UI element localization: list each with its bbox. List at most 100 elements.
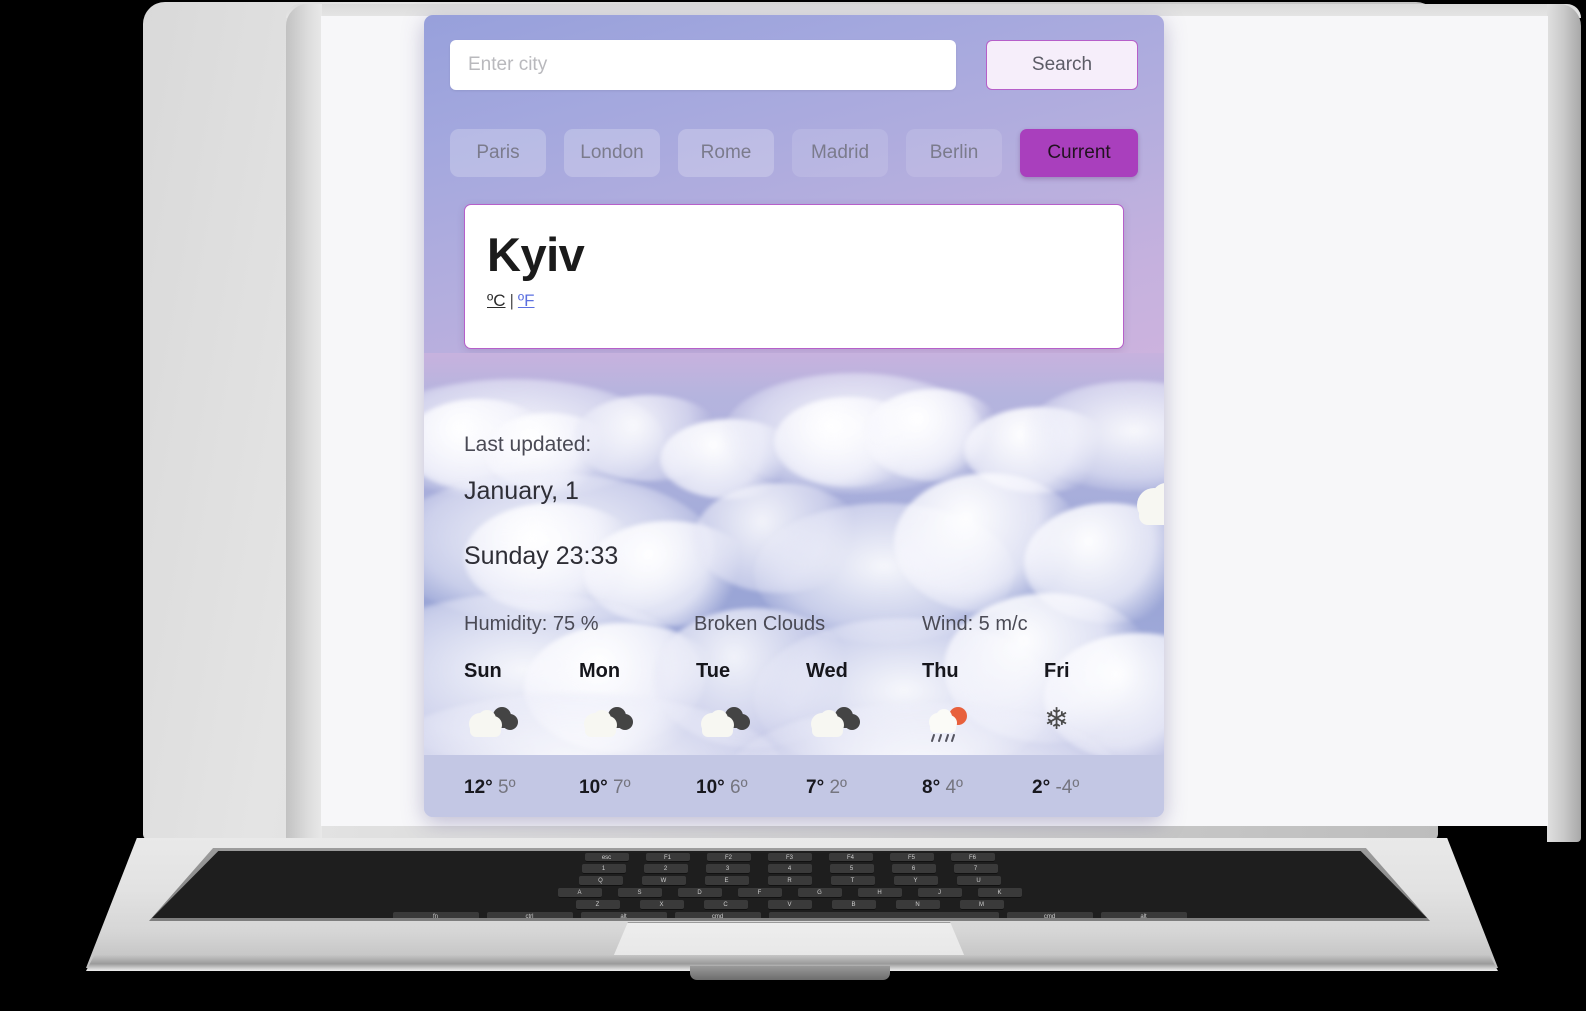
forecast-day-label: Thu: [922, 660, 959, 682]
forecast-low: 6º: [730, 777, 748, 798]
keyboard-key[interactable]: 1: [581, 864, 626, 874]
snowflake-glyph: ❄: [1044, 703, 1070, 736]
keyboard-key[interactable]: U: [956, 876, 1001, 886]
keyboard-key[interactable]: Z: [575, 900, 620, 910]
keyboard-key[interactable]: B: [831, 900, 876, 910]
forecast-day-label: Fri: [1044, 660, 1070, 682]
lid-right-edge: [1547, 4, 1581, 842]
keyboard-key[interactable]: R: [767, 876, 812, 886]
keyboard[interactable]: esc F1 F2 F3 F4 F5 F6 1 2 3 4 5 6 7 Q W E R T Y U A S D F G H J K Z X C…: [152, 851, 1427, 918]
keyboard-key[interactable]: K: [977, 888, 1022, 898]
forecast-low: 5º: [498, 777, 516, 798]
keyboard-row: ASDFGHJK: [152, 888, 1427, 898]
keyboard-key[interactable]: [768, 912, 999, 918]
city-chip-berlin[interactable]: Berlin: [906, 129, 1002, 177]
search-input[interactable]: [450, 40, 956, 90]
keyboard-key[interactable]: A: [557, 888, 602, 898]
keyboard-key[interactable]: F3: [767, 853, 812, 862]
search-button[interactable]: Search: [986, 40, 1138, 90]
cloudy-icon: [464, 705, 576, 745]
keyboard-key[interactable]: T: [830, 876, 875, 886]
search-row: Search: [450, 40, 1138, 90]
forecast-day-mon: Mon: [579, 660, 691, 745]
forecast-high: 10°: [579, 777, 608, 798]
city-chip-row: Paris London Rome Madrid Berlin Current: [450, 128, 1138, 178]
forecast-day-wed: Wed: [806, 660, 918, 745]
base-foot: [690, 966, 890, 980]
forecast-temps-mon: 10° 7º: [579, 777, 631, 799]
keyboard-key[interactable]: 3: [705, 864, 750, 874]
forecast-day-label: Tue: [696, 660, 731, 682]
city-name: Kyiv: [487, 228, 585, 281]
keyboard-key[interactable]: 2: [643, 864, 688, 874]
keyboard-key[interactable]: alt: [580, 912, 667, 918]
keyboard-key[interactable]: F1: [645, 853, 690, 862]
snowflake-icon: ❄: [1044, 705, 1156, 745]
keyboard-key[interactable]: F: [737, 888, 782, 898]
forecast-temps-fri: 2° -4º: [1032, 777, 1079, 799]
keyboard-key[interactable]: F6: [950, 853, 995, 862]
keyboard-key[interactable]: F4: [828, 853, 873, 862]
city-chip-london[interactable]: London: [564, 129, 660, 177]
forecast-low: 4º: [945, 777, 963, 798]
keyboard-modifier-row: fn ctrl alt cmd cmd alt: [152, 912, 1427, 918]
forecast-high: 2°: [1032, 777, 1051, 798]
cloudy-icon: [579, 705, 691, 745]
city-chip-rome[interactable]: Rome: [678, 129, 774, 177]
keyboard-key[interactable]: X: [639, 900, 684, 910]
keyboard-key[interactable]: W: [641, 876, 686, 886]
keyboard-key[interactable]: C: [703, 900, 748, 910]
unit-fahrenheit-link[interactable]: ºF: [518, 291, 535, 310]
weather-description: Broken Clouds: [694, 613, 826, 635]
keyboard-key[interactable]: 6: [891, 864, 936, 874]
city-chip-madrid[interactable]: Madrid: [792, 129, 888, 177]
forecast-day-tue: Tue: [696, 660, 808, 745]
keyboard-row: 1 2 3 4 5 6 7: [152, 864, 1427, 874]
keyboard-key[interactable]: cmd: [674, 912, 761, 918]
keyboard-key[interactable]: 7: [953, 864, 998, 874]
weather-app-window: Search Paris London Rome Madrid Berlin C…: [424, 15, 1164, 817]
keyboard-key[interactable]: esc: [584, 853, 629, 862]
cloudy-icon: [806, 705, 918, 745]
current-location-button[interactable]: Current: [1020, 129, 1138, 177]
lid-left-edge: [286, 4, 322, 842]
keyboard-key[interactable]: Y: [893, 876, 938, 886]
keyboard-key[interactable]: F5: [889, 853, 934, 862]
keyboard-row: ZXCVBNM: [152, 900, 1427, 910]
forecast-day-label: Mon: [579, 660, 621, 682]
keyboard-key[interactable]: Q: [578, 876, 623, 886]
rain-sun-icon: [922, 705, 1034, 745]
keyboard-key[interactable]: M: [959, 900, 1004, 910]
forecast-high: 12°: [464, 777, 493, 798]
keyboard-key[interactable]: V: [767, 900, 812, 910]
last-updated-block: Last updated: January, 1 Sunday 23:33: [464, 433, 618, 571]
keyboard-key[interactable]: 5: [829, 864, 874, 874]
last-updated-label: Last updated:: [464, 433, 592, 456]
forecast-day-fri: Fri ❄: [1044, 660, 1156, 745]
keyboard-key[interactable]: fn: [392, 912, 479, 918]
keyboard-key[interactable]: F2: [706, 853, 751, 862]
keyboard-key[interactable]: cmd: [1006, 912, 1093, 918]
unit-celsius-link[interactable]: ºC: [487, 291, 506, 310]
forecast-temps-tue: 10° 6º: [696, 777, 748, 799]
last-updated-time: Sunday 23:33: [464, 542, 619, 570]
keyboard-key[interactable]: ctrl: [486, 912, 573, 918]
keyboard-key[interactable]: S: [617, 888, 662, 898]
keyboard-key[interactable]: D: [677, 888, 722, 898]
broken-clouds-icon: [1126, 475, 1164, 537]
keyboard-key[interactable]: N: [895, 900, 940, 910]
keyboard-key[interactable]: H: [857, 888, 902, 898]
city-chip-paris[interactable]: Paris: [450, 129, 546, 177]
keyboard-key[interactable]: 4: [767, 864, 812, 874]
forecast-low: -4º: [1055, 777, 1080, 798]
humidity-value: Humidity: 75 %: [464, 613, 599, 635]
keyboard-key[interactable]: E: [704, 876, 749, 886]
forecast-day-label: Wed: [806, 660, 848, 682]
keyboard-key[interactable]: J: [917, 888, 962, 898]
keyboard-key[interactable]: G: [797, 888, 842, 898]
keyboard-key[interactable]: alt: [1100, 912, 1187, 918]
forecast-low: 2º: [829, 777, 847, 798]
forecast-day-sun: Sun: [464, 660, 576, 745]
keyboard-row: esc F1 F2 F3 F4 F5 F6: [152, 853, 1427, 862]
forecast-high: 8°: [922, 777, 941, 798]
